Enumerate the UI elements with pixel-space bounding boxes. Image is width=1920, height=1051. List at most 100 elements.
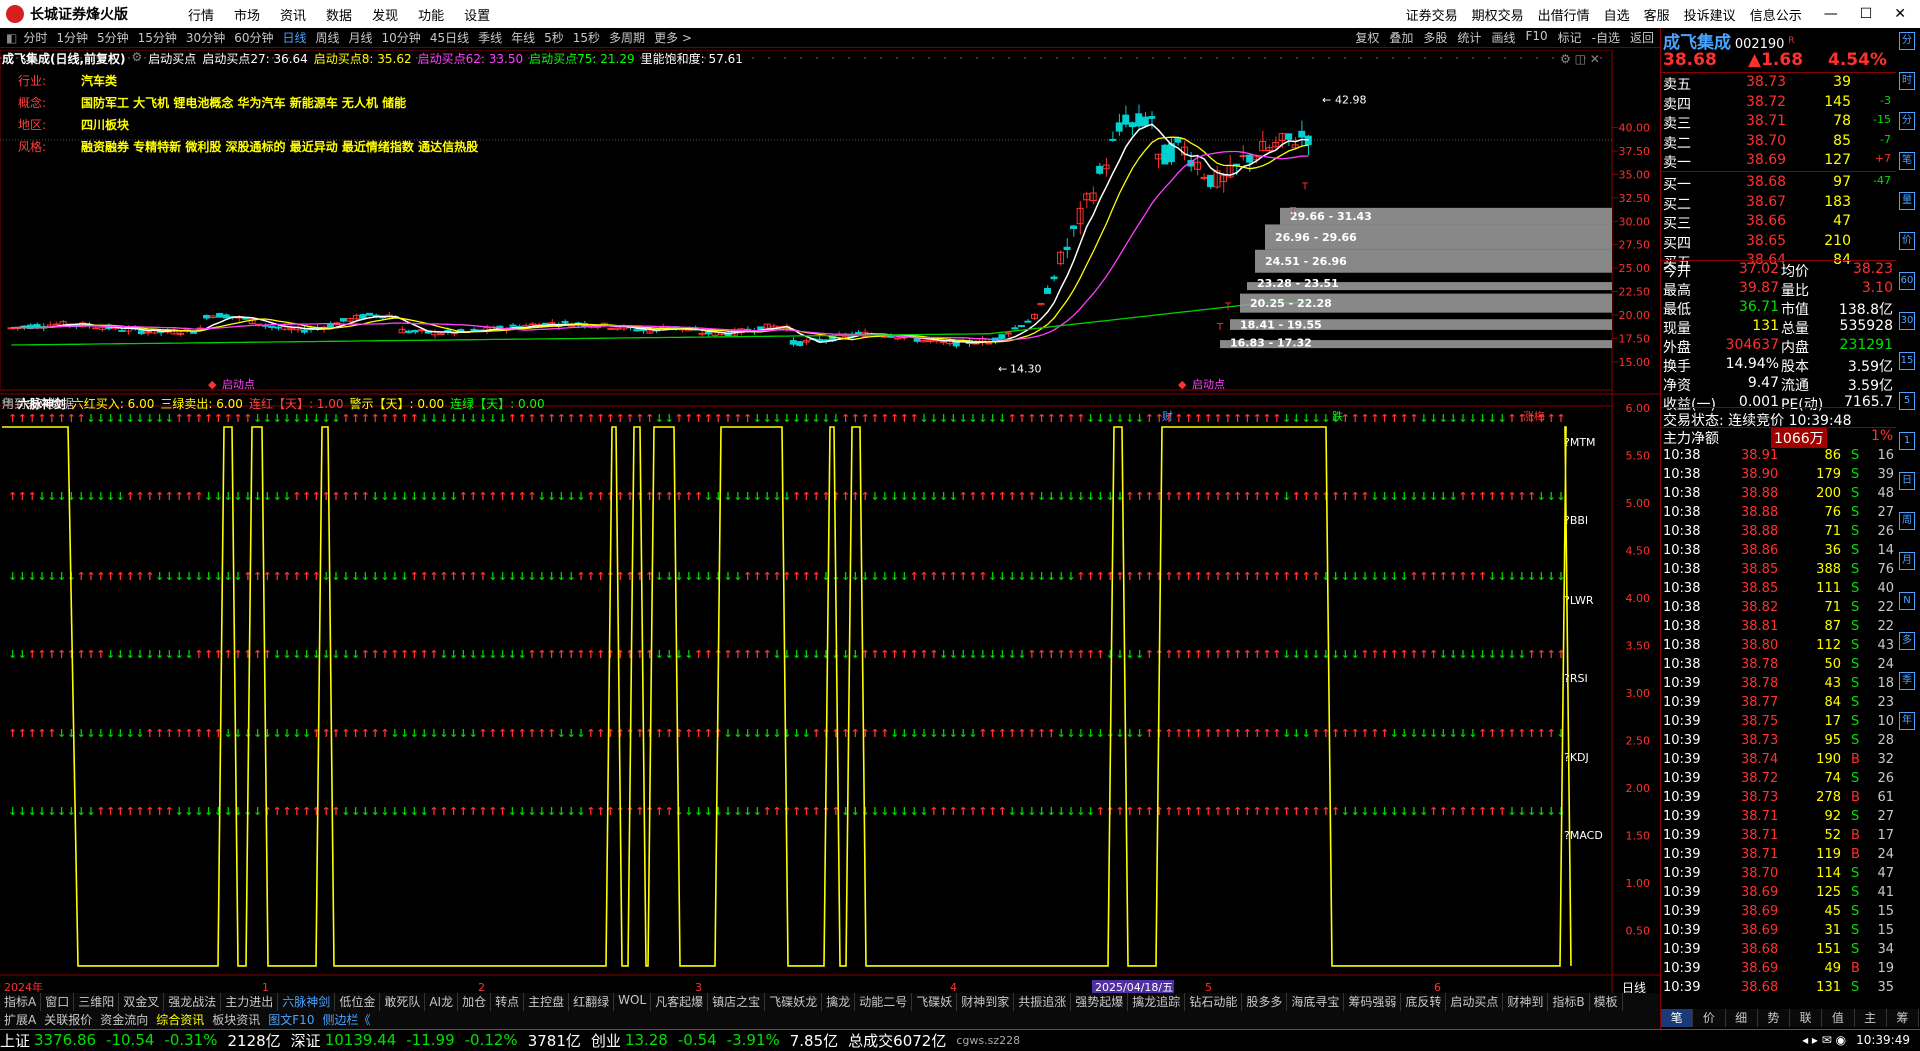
side-toolbar-item[interactable]: 分 [1899, 112, 1915, 130]
menu-item[interactable]: 行情 [188, 5, 214, 24]
indicator-tab[interactable]: 海底寻宝 [1287, 993, 1345, 1011]
sub-gear-icon[interactable]: ⚙ [1, 395, 12, 412]
tick-list[interactable]: 10:38 38.91 86 S 16 10:38 38.90 179 S 39 10:38 38.8… [1661, 448, 1896, 1008]
indicator-tab[interactable]: 共振追涨 [1014, 993, 1072, 1011]
indicator-tab[interactable]: 双金叉 [119, 993, 165, 1011]
indicator-tab[interactable]: 主控盘 [524, 993, 570, 1011]
quote-tab[interactable]: 主 [1854, 1009, 1887, 1027]
period-tab[interactable]: 多周期 [609, 29, 645, 46]
side-toolbar-item[interactable]: 时 [1899, 72, 1915, 90]
extension-tab[interactable]: 综合资讯 [152, 1011, 208, 1029]
indicator-tab[interactable]: 强势起爆 [1071, 993, 1129, 1011]
indicator-tab[interactable]: 主力进出 [221, 993, 279, 1011]
indicator-tab[interactable]: WOL [614, 993, 652, 1011]
period-tab[interactable]: 15分钟 [138, 29, 177, 46]
quote-tab[interactable]: 笔 [1661, 1009, 1694, 1027]
indicator-tab[interactable]: 强龙战法 [164, 993, 222, 1011]
period-tab[interactable]: 季线 [478, 29, 502, 46]
tool-button[interactable]: 多股 [1423, 29, 1447, 46]
indicator-tab[interactable]: 飞碟妖龙 [765, 993, 823, 1011]
indicator-tab[interactable]: AI龙 [425, 993, 459, 1011]
quote-tab[interactable]: 势 [1757, 1009, 1790, 1027]
indicator-tab[interactable]: 低位金 [335, 993, 381, 1011]
menu-item[interactable]: 发现 [372, 5, 398, 24]
period-tab[interactable]: 5分钟 [97, 29, 129, 46]
period-tab[interactable]: 周线 [316, 29, 340, 46]
period-tab[interactable]: 1分钟 [56, 29, 88, 46]
side-toolbar-item[interactable]: 笔 [1899, 152, 1915, 170]
indicator-tab[interactable]: 动能二号 [855, 993, 913, 1011]
indicator-tab[interactable]: 指标A [0, 993, 42, 1011]
right-menu-item[interactable]: 期权交易 [1472, 5, 1524, 24]
tool-button[interactable]: 复权 [1355, 29, 1379, 46]
indicator-tab[interactable]: 底反转 [1401, 993, 1447, 1011]
extension-tab[interactable]: 关联报价 [40, 1011, 96, 1029]
period-tab[interactable]: 15秒 [573, 29, 600, 46]
period-tab[interactable]: 60分钟 [234, 29, 273, 46]
period-tab[interactable]: 10分钟 [382, 29, 421, 46]
quote-tab[interactable]: 筹 [1886, 1009, 1919, 1027]
side-toolbar-item[interactable]: N [1899, 592, 1915, 610]
indicator-tab[interactable]: 三维阳 [74, 993, 120, 1011]
toggle-panel-icon[interactable]: ◧ [6, 31, 17, 45]
period-tab[interactable]: 年线 [511, 29, 535, 46]
status-icons[interactable]: ◂ ▸ ✉ ◉ [1802, 1033, 1846, 1047]
indicator-tab[interactable]: 转点 [491, 993, 525, 1011]
indicator-tab[interactable]: 筹码强弱 [1344, 993, 1402, 1011]
side-toolbar-item[interactable]: 日 [1899, 472, 1915, 490]
indicator-tab[interactable]: 财神到家 [957, 993, 1015, 1011]
side-toolbar-item[interactable]: 年 [1899, 712, 1915, 730]
period-tab[interactable]: 30分钟 [186, 29, 225, 46]
maximize-icon[interactable]: ☐ [1860, 6, 1873, 22]
side-toolbar-item[interactable]: 5 [1899, 392, 1915, 410]
minimize-icon[interactable]: — [1824, 6, 1838, 22]
tool-button[interactable]: 统计 [1457, 29, 1481, 46]
side-toolbar-item[interactable]: 30 [1899, 312, 1915, 330]
indicator-tab[interactable]: 镇店之宝 [708, 993, 766, 1011]
period-tab[interactable]: 45日线 [430, 29, 469, 46]
menu-item[interactable]: 功能 [418, 5, 444, 24]
menu-item[interactable]: 市场 [234, 5, 260, 24]
tool-button[interactable]: -自选 [1592, 29, 1620, 46]
indicator-tab[interactable]: 飞碟妖 [912, 993, 958, 1011]
period-tab[interactable]: 日线 [282, 29, 306, 46]
extension-tab[interactable]: 资金流向 [96, 1011, 152, 1029]
period-tab[interactable]: 分时 [23, 29, 47, 46]
close-icon[interactable]: ✕ [1894, 6, 1906, 22]
extension-tab[interactable]: 扩展A [0, 1011, 40, 1029]
indicator-tab[interactable]: 擒龙 [822, 993, 856, 1011]
side-toolbar-item[interactable]: 量 [1899, 192, 1915, 210]
right-menu-item[interactable]: 投诉建议 [1684, 5, 1736, 24]
right-menu-item[interactable]: 信息公示 [1750, 5, 1802, 24]
menu-item[interactable]: 设置 [464, 5, 490, 24]
indicator-tab[interactable]: 六脉神剑 [278, 993, 336, 1011]
tool-button[interactable]: 返回 [1630, 29, 1654, 46]
tool-button[interactable]: 标记 [1558, 29, 1582, 46]
quote-tab[interactable]: 值 [1822, 1009, 1855, 1027]
extension-tab[interactable]: 图文F10 [264, 1011, 318, 1029]
indicator-tab[interactable]: 敢死队 [380, 993, 426, 1011]
side-toolbar-item[interactable]: 60 [1899, 272, 1915, 290]
period-tab[interactable]: 5秒 [544, 29, 564, 46]
extension-tab[interactable]: 板块资讯 [208, 1011, 264, 1029]
side-toolbar-item[interactable]: 季 [1899, 672, 1915, 690]
side-toolbar-item[interactable]: 月 [1899, 552, 1915, 570]
right-menu-item[interactable]: 自选 [1604, 5, 1630, 24]
quote-tab[interactable]: 细 [1725, 1009, 1758, 1027]
menu-item[interactable]: 数据 [326, 5, 352, 24]
side-toolbar-item[interactable]: 周 [1899, 512, 1915, 530]
side-toolbar-item[interactable]: 多 [1899, 632, 1915, 650]
indicator-tab[interactable]: 擒龙追踪 [1128, 993, 1186, 1011]
quote-tab[interactable]: 联 [1790, 1009, 1823, 1027]
period-tab[interactable]: 月线 [349, 29, 373, 46]
indicator-tab[interactable]: 窗口 [41, 993, 75, 1011]
quote-tab[interactable]: 价 [1693, 1009, 1726, 1027]
right-menu-item[interactable]: 证券交易 [1406, 5, 1458, 24]
tool-button[interactable]: 叠加 [1389, 29, 1413, 46]
indicator-tab[interactable]: 财神到 [1503, 993, 1549, 1011]
extension-tab[interactable]: 侧边栏《 [318, 1011, 374, 1029]
right-menu-item[interactable]: 出借行情 [1538, 5, 1590, 24]
indicator-tab[interactable]: 加仓 [458, 993, 492, 1011]
indicator-tab[interactable]: 钻石动能 [1185, 993, 1243, 1011]
indicator-tab[interactable]: 指标B [1548, 993, 1590, 1011]
